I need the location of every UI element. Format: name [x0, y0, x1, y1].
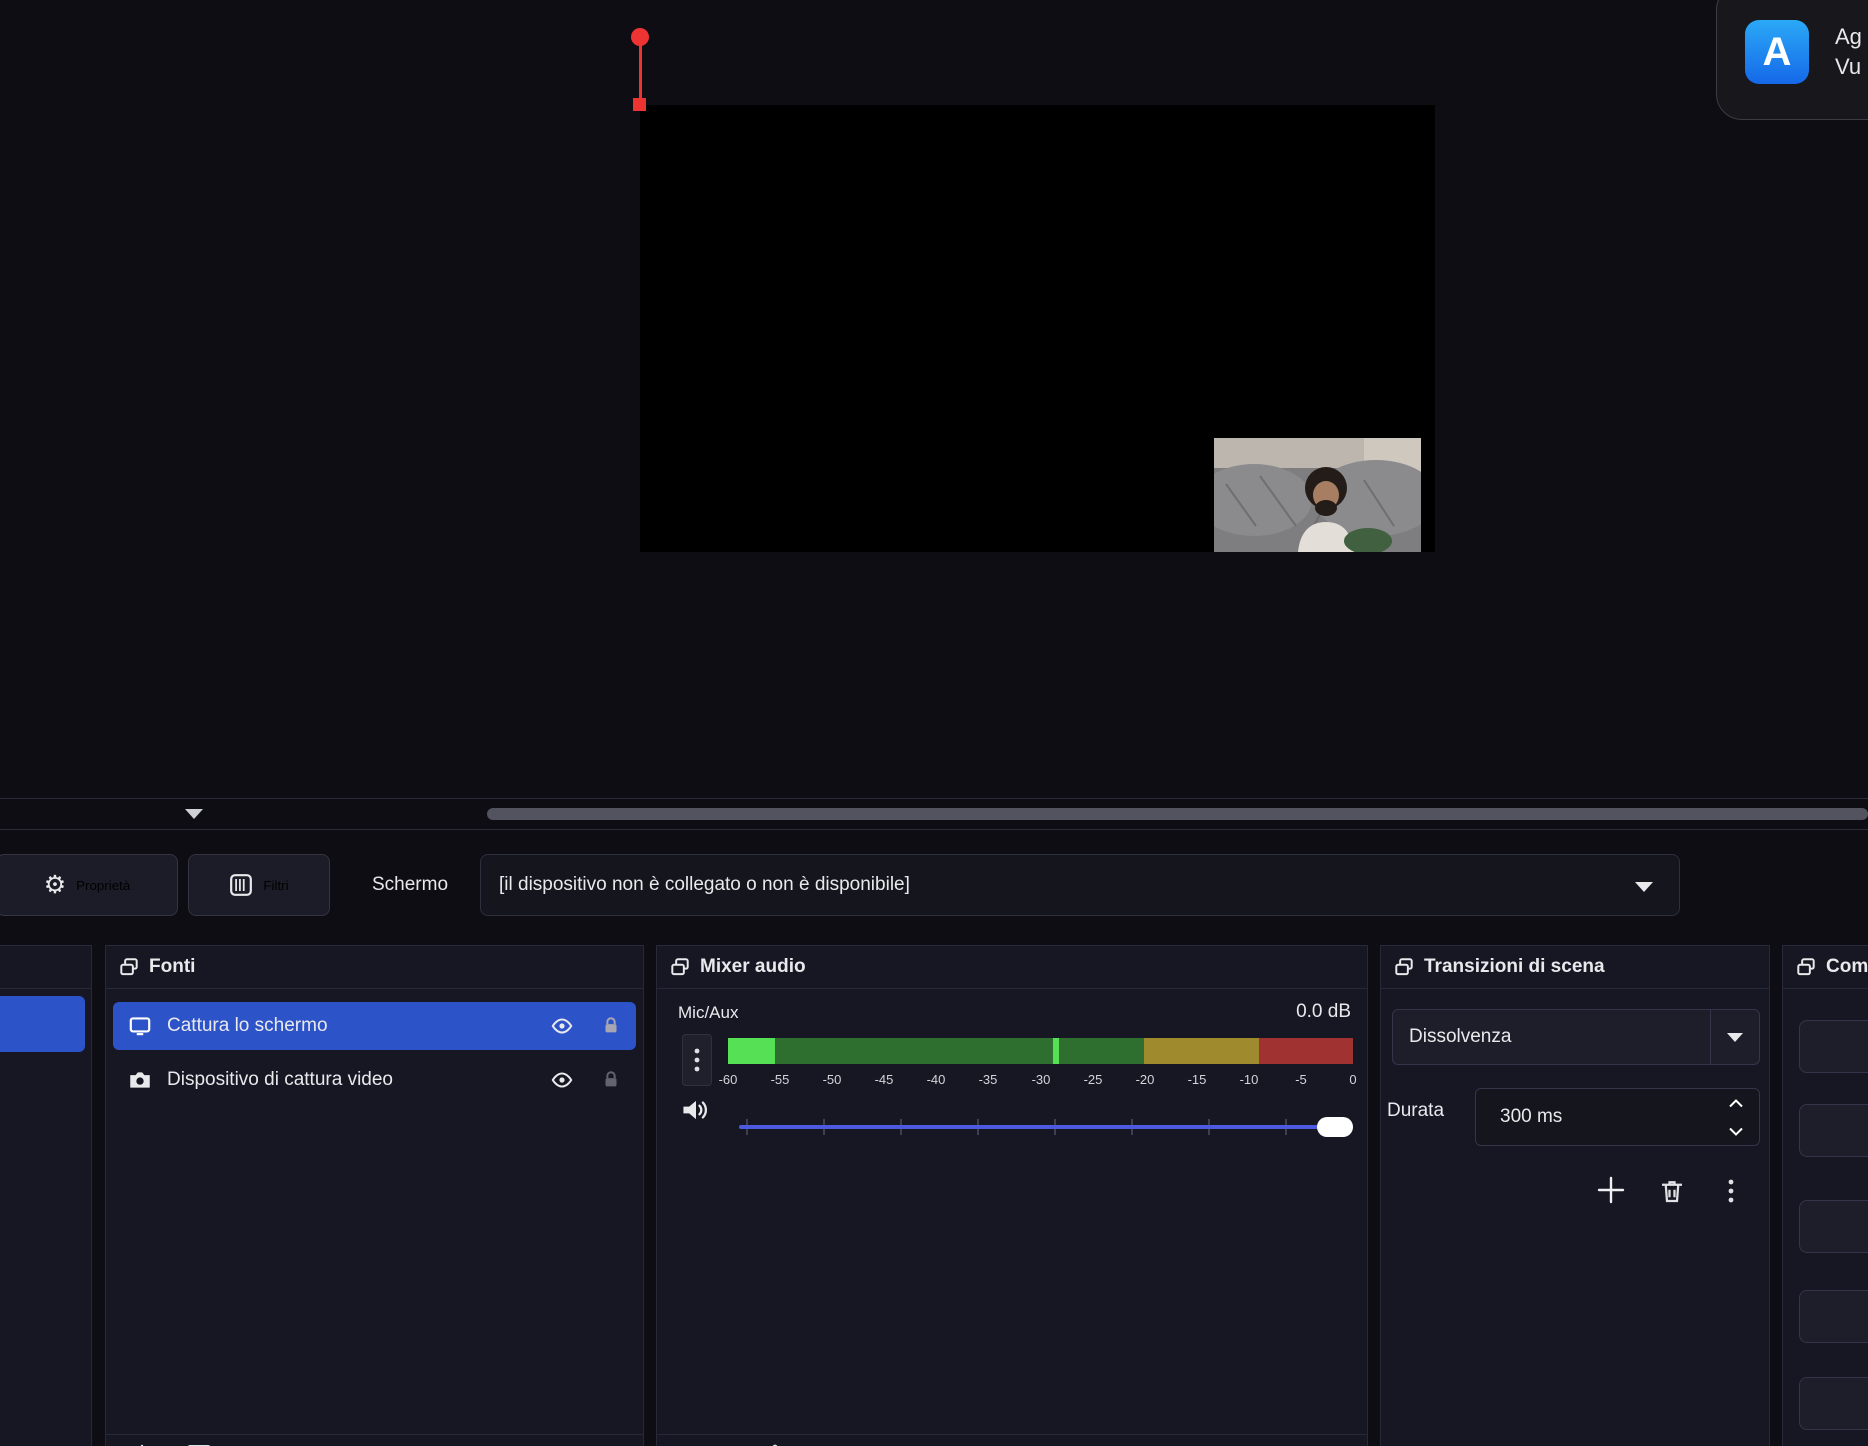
meter-tick: 0	[1333, 1072, 1373, 1087]
controls-panel: Comandi	[1782, 945, 1868, 1446]
collapse-triangle-icon[interactable]	[185, 809, 203, 819]
webcam-source[interactable]	[1214, 438, 1421, 552]
mixer-channel-name: Mic/Aux	[678, 1003, 738, 1023]
lock-icon[interactable]	[600, 1069, 622, 1091]
sources-panel: Fonti Cattura lo schermo	[105, 945, 644, 1446]
dock-icon	[1795, 956, 1817, 978]
controls-panel-title: Comandi	[1826, 956, 1868, 978]
plus-icon	[1594, 1173, 1628, 1207]
meter-tick: -5	[1281, 1072, 1321, 1087]
eye-icon[interactable]	[550, 1068, 574, 1092]
mixer-panel-title: Mixer audio	[700, 956, 806, 978]
transitions-panel-title: Transizioni di scena	[1424, 956, 1605, 978]
dock-icon	[1393, 956, 1415, 978]
dock-icon	[669, 956, 691, 978]
preview-canvas[interactable]	[640, 105, 1435, 552]
source-row-screen-capture[interactable]: Cattura lo schermo	[113, 1002, 636, 1050]
transition-dropdown-value: Dissolvenza	[1409, 1026, 1511, 1048]
sources-panel-header: Fonti	[106, 946, 643, 989]
control-button[interactable]	[1799, 1104, 1868, 1157]
spinner-up-button[interactable]	[1713, 1089, 1759, 1117]
duration-value: 300 ms	[1500, 1106, 1562, 1128]
chevron-down-icon	[1635, 882, 1653, 892]
filters-button[interactable]: Filtri	[188, 854, 330, 916]
record-marker-line	[639, 44, 642, 100]
volume-meter	[728, 1038, 1353, 1064]
lock-icon[interactable]	[600, 1015, 622, 1037]
mute-button[interactable]	[680, 1096, 712, 1130]
transition-dropdown[interactable]: Dissolvenza	[1392, 1009, 1760, 1065]
add-transition-button[interactable]	[1589, 1168, 1633, 1212]
chevron-down-icon	[1728, 1127, 1744, 1136]
mixer-panel-toolbar: ⚙	[657, 1434, 1367, 1446]
eye-icon[interactable]	[550, 1014, 574, 1038]
meter-tick: -55	[760, 1072, 800, 1087]
transitions-panel-header: Transizioni di scena	[1381, 946, 1769, 989]
speaker-icon	[680, 1096, 712, 1124]
source-row-video-capture[interactable]: Dispositivo di cattura video	[113, 1056, 636, 1104]
system-notification[interactable]: A Ag Vu	[1716, 0, 1868, 120]
control-button[interactable]	[1799, 1020, 1868, 1073]
spinner-down-button[interactable]	[1713, 1117, 1759, 1145]
record-marker-anchor[interactable]	[633, 98, 646, 111]
meter-tick: -45	[864, 1072, 904, 1087]
control-button[interactable]	[1799, 1377, 1868, 1430]
source-label: Cattura lo schermo	[167, 1015, 328, 1037]
gear-icon: ⚙	[44, 873, 66, 898]
preview-scrollbar-row	[0, 798, 1868, 830]
chevron-up-icon	[1728, 1099, 1744, 1108]
kebab-icon	[1728, 1178, 1734, 1204]
mixer-channel-volume: 0.0 dB	[1296, 1001, 1351, 1023]
remove-transition-button[interactable]	[1653, 1172, 1691, 1210]
transition-menu-button[interactable]	[1721, 1174, 1741, 1208]
transitions-actions	[1381, 1168, 1771, 1214]
volume-slider[interactable]	[739, 1106, 1353, 1146]
controls-panel-header: Comandi	[1783, 946, 1868, 989]
meter-tick: -15	[1177, 1072, 1217, 1087]
slider-handle[interactable]	[1317, 1117, 1353, 1137]
control-button[interactable]	[1799, 1200, 1868, 1253]
meter-tick: -10	[1229, 1072, 1269, 1087]
device-dropdown[interactable]: [il dispositivo non è collegato o non è …	[480, 854, 1680, 916]
sources-panel-toolbar: ⚙	[106, 1434, 643, 1446]
display-icon	[127, 1013, 153, 1039]
meter-tick: -40	[916, 1072, 956, 1087]
scenes-panel	[0, 945, 92, 1446]
device-dropdown-value: [il dispositivo non è collegato o non è …	[499, 874, 910, 896]
dropdown-arrow-section[interactable]	[1710, 1010, 1759, 1064]
filters-label: Filtri	[263, 878, 288, 893]
obs-main-window: A Ag Vu ⚙ Proprietà Filtri Schermo [il d…	[0, 0, 1868, 1446]
transitions-panel: Transizioni di scena Dissolvenza Durata …	[1380, 945, 1770, 1446]
meter-tick: -25	[1073, 1072, 1113, 1087]
camera-icon	[127, 1067, 153, 1093]
notification-line-2: Vu	[1835, 52, 1862, 82]
chevron-down-icon	[1727, 1033, 1743, 1042]
dock-icon	[118, 956, 140, 978]
kebab-icon	[694, 1047, 700, 1073]
meter-tick: -20	[1125, 1072, 1165, 1087]
control-button[interactable]	[1799, 1290, 1868, 1343]
selected-source-name: Schermo	[352, 854, 468, 916]
trash-icon	[1657, 1175, 1687, 1207]
properties-label: Proprietà	[76, 878, 130, 893]
appstore-icon: A	[1745, 20, 1809, 84]
meter-tick: -35	[968, 1072, 1008, 1087]
mixer-panel-header: Mixer audio	[657, 946, 1367, 989]
sources-panel-title: Fonti	[149, 956, 195, 978]
meter-tick: -50	[812, 1072, 852, 1087]
scenes-panel-header	[0, 946, 91, 989]
meter-tick: -30	[1021, 1072, 1061, 1087]
webcam-image	[1214, 438, 1421, 552]
scene-item-selected[interactable]	[0, 996, 85, 1052]
meter-tick: -60	[708, 1072, 748, 1087]
notification-line-1: Ag	[1835, 22, 1862, 52]
properties-button[interactable]: ⚙ Proprietà	[0, 854, 178, 916]
duration-label: Durata	[1387, 1100, 1444, 1122]
slider-track	[739, 1125, 1353, 1129]
audio-mixer-panel: Mixer audio Mic/Aux 0.0 dB -60 -55 -50 -…	[656, 945, 1368, 1446]
duration-spinner[interactable]: 300 ms	[1475, 1088, 1760, 1146]
filter-icon	[229, 873, 253, 897]
horizontal-scrollbar[interactable]	[487, 808, 1868, 820]
source-label: Dispositivo di cattura video	[167, 1069, 393, 1091]
